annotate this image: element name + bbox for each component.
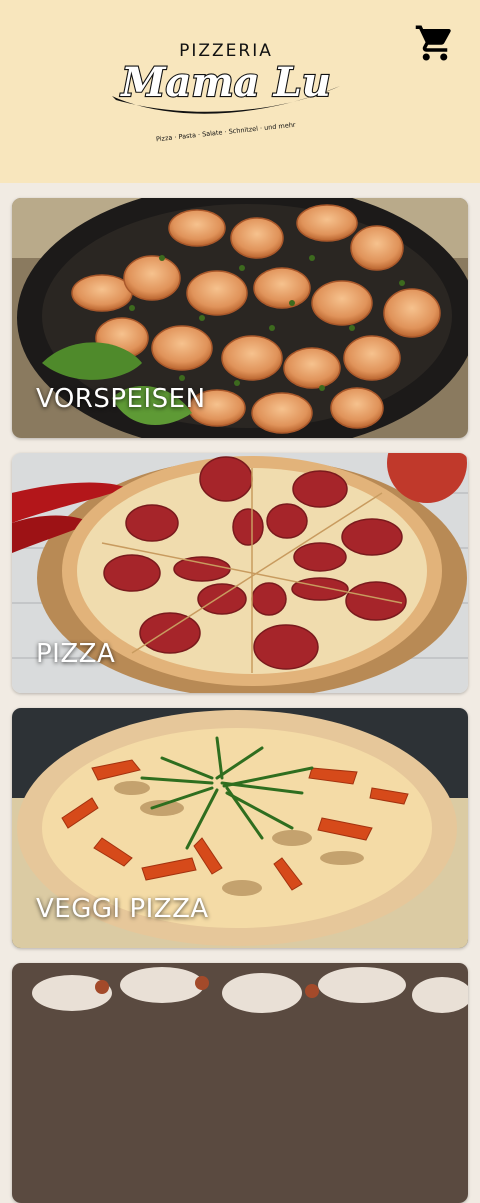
category-card-veggi-pizza[interactable]: VEGGI PIZZA	[12, 708, 468, 948]
cart-button[interactable]	[414, 22, 456, 64]
pizzeria-mama-lu-logo[interactable]: PIZZERIA Mama Lu Pizza · Pasta · Salate …	[108, 34, 344, 142]
shopping-cart-icon	[415, 25, 451, 61]
app-header: PIZZERIA Mama Lu Pizza · Pasta · Salate …	[0, 0, 480, 183]
category-list: VORSPEISEN PIZZA VEGGI PIZZA	[0, 183, 480, 1203]
svg-text:Pizza · Pasta · Salate · Schni: Pizza · Pasta · Salate · Schnitzel · und…	[156, 121, 297, 142]
category-card-vorspeisen[interactable]: VORSPEISEN	[12, 198, 468, 438]
category-image	[12, 963, 468, 1203]
category-label: PIZZA	[36, 639, 116, 669]
category-card-4[interactable]	[12, 963, 468, 1203]
category-label: VORSPEISEN	[36, 384, 206, 414]
category-card-pizza[interactable]: PIZZA	[12, 453, 468, 693]
category-label: VEGGI PIZZA	[36, 894, 209, 924]
svg-text:PIZZERIA: PIZZERIA	[179, 41, 273, 61]
svg-text:Mama Lu: Mama Lu	[119, 59, 331, 106]
